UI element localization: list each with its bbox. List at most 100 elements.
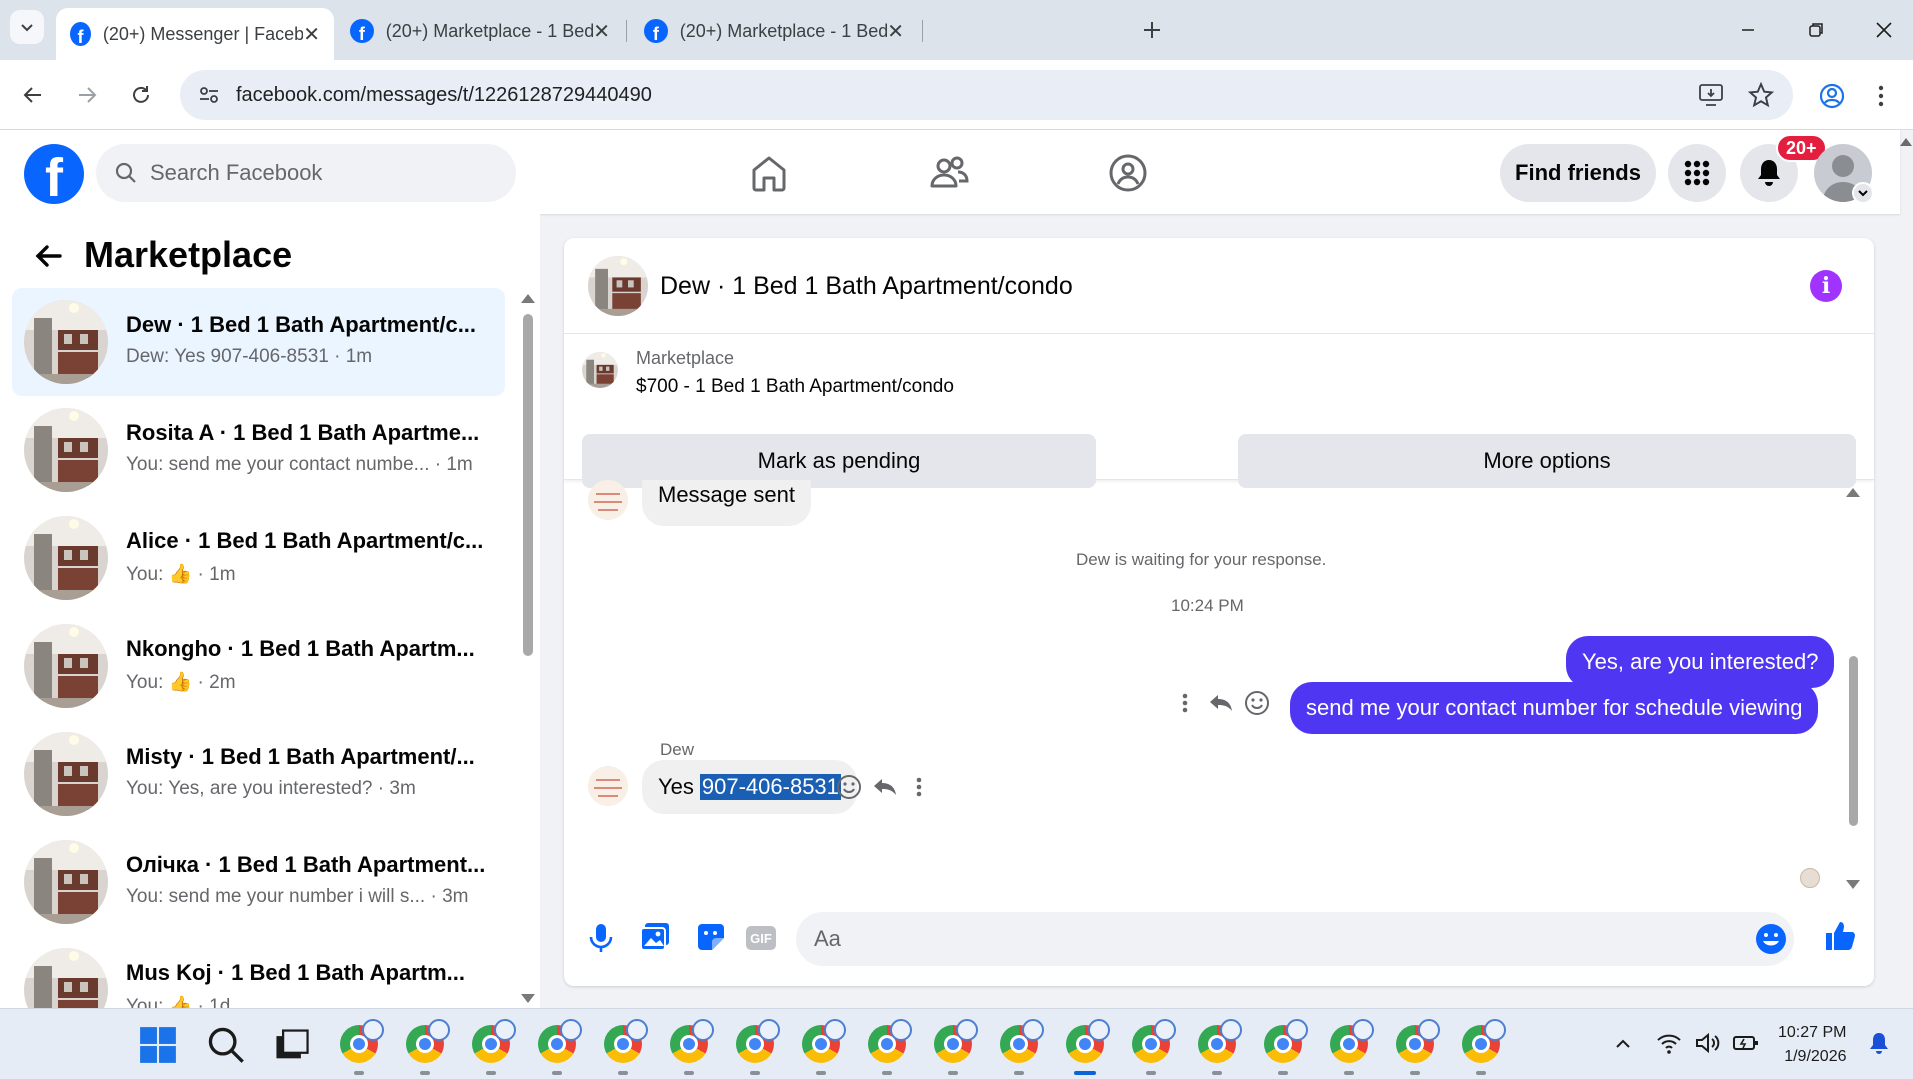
back-arrow-icon[interactable] [30,238,66,274]
chrome-taskbar-icon[interactable] [1066,1019,1110,1063]
scroll-up-arrow[interactable] [521,294,535,303]
chrome-taskbar-icon[interactable] [1198,1019,1242,1063]
back-button[interactable] [16,78,50,112]
message-bubble-outgoing[interactable]: send me your contact number for schedule… [1290,682,1819,734]
close-tab-icon[interactable]: ✕ [303,22,320,47]
chrome-profile-badge-icon [626,1019,648,1041]
message-input[interactable]: Aa [796,912,1794,966]
restore-button[interactable] [1800,14,1832,46]
chrome-taskbar-icon[interactable] [736,1019,780,1063]
chrome-taskbar-icon[interactable] [1264,1019,1308,1063]
chrome-taskbar-icon[interactable] [802,1019,846,1063]
sidebar-scrollbar-thumb[interactable] [523,314,533,656]
message-bubble-incoming[interactable]: Message sent [642,480,811,526]
profile-icon[interactable] [1818,82,1846,110]
chrome-taskbar-icon[interactable] [538,1019,582,1063]
emoji-icon[interactable] [1754,922,1788,956]
message-bubble-outgoing[interactable]: Yes, are you interested? [1566,636,1835,688]
chrome-taskbar-icon[interactable] [670,1019,714,1063]
reply-icon[interactable] [870,772,900,802]
listing-thumbnail[interactable] [582,352,618,388]
home-icon[interactable] [748,152,790,194]
sender-avatar[interactable] [588,480,628,520]
conversation-item[interactable]: Олічка · 1 Bed 1 Bath Apartment... You: s… [12,828,505,936]
tab-search-dropdown[interactable] [10,10,44,44]
info-icon[interactable]: i [1810,270,1842,302]
chrome-taskbar-icon[interactable] [604,1019,648,1063]
chat-scroll-down-arrow[interactable] [1846,880,1860,889]
wifi-icon[interactable] [1656,1031,1682,1055]
facebook-header: f Search Facebook Find friends 20+ [0,130,1912,214]
task-view-icon[interactable] [272,1025,312,1065]
reload-button[interactable] [124,78,158,112]
chat-scrollbar-thumb[interactable] [1849,656,1858,826]
search-icon[interactable] [206,1025,246,1065]
chrome-taskbar-icon[interactable] [934,1019,978,1063]
page-scroll-up[interactable] [1900,138,1912,146]
grid-menu-icon [1684,160,1710,186]
site-settings-icon[interactable] [198,84,220,106]
facebook-logo[interactable]: f [24,144,84,204]
photo-gallery-icon[interactable] [638,920,672,954]
listing-price-title[interactable]: $700 - 1 Bed 1 Bath Apartment/condo [636,376,954,398]
close-tab-icon[interactable]: ✕ [887,19,904,44]
microphone-icon[interactable] [584,920,618,956]
menu-button[interactable] [1668,144,1726,202]
more-actions-icon[interactable] [1170,688,1200,718]
conversation-item[interactable]: Rosita A · 1 Bed 1 Bath Apartme... You: s… [12,396,505,504]
chat-title[interactable]: Dew · 1 Bed 1 Bath Apartment/condo [660,272,1073,301]
scroll-down-arrow[interactable] [521,994,535,1003]
tab-marketplace-2[interactable]: f (20+) Marketplace - 1 Bed 1 Bat ✕ [630,8,918,54]
conversation-item[interactable]: Alice · 1 Bed 1 Bath Apartment/c... You: … [12,504,505,612]
sticker-icon[interactable] [694,920,728,954]
chrome-taskbar-icon[interactable] [1462,1019,1506,1063]
browser-menu-icon[interactable] [1876,84,1886,108]
close-window-button[interactable] [1868,14,1900,46]
conversation-item[interactable]: Dew · 1 Bed 1 Bath Apartment/c... Dew: Ye… [12,288,505,396]
close-tab-icon[interactable]: ✕ [593,19,610,44]
selected-phone-number[interactable]: 907-406-8531 [699,774,841,800]
tab-marketplace-1[interactable]: f (20+) Marketplace - 1 Bed 1 Bat ✕ [336,8,624,54]
chrome-taskbar-icon[interactable] [1000,1019,1044,1063]
more-actions-icon[interactable] [904,772,934,802]
windows-start-icon[interactable] [138,1025,178,1065]
thumbs-up-icon[interactable] [1822,918,1858,954]
install-app-icon[interactable] [1698,83,1724,107]
tab-messenger[interactable]: f (20+) Messenger | Facebook ✕ [56,8,334,60]
notification-bell-icon[interactable] [1868,1031,1890,1055]
chrome-taskbar-icon[interactable] [1330,1019,1374,1063]
account-dropdown-icon[interactable] [1852,182,1874,204]
chrome-taskbar-icon[interactable] [340,1019,384,1063]
forward-button[interactable] [70,78,104,112]
chrome-taskbar-icon[interactable] [868,1019,912,1063]
gif-icon[interactable]: GIF [746,926,776,950]
sender-avatar[interactable] [588,766,628,806]
minimize-button[interactable] [1732,14,1764,46]
conversation-item[interactable]: Mus Koj · 1 Bed 1 Bath Apartm... You: 👍 ·… [12,936,505,1008]
groups-icon[interactable] [1107,152,1149,194]
reply-icon[interactable] [1206,688,1236,718]
chevron-up-icon[interactable] [1614,1035,1632,1053]
react-smiley-icon[interactable] [834,772,864,802]
chrome-taskbar-icon[interactable] [406,1019,450,1063]
chrome-profile-badge-icon [428,1019,450,1041]
react-smiley-icon[interactable] [1242,688,1272,718]
battery-icon[interactable] [1732,1033,1760,1053]
chrome-taskbar-icon[interactable] [472,1019,516,1063]
chrome-taskbar-icon[interactable] [1396,1019,1440,1063]
search-input[interactable]: Search Facebook [96,144,516,202]
system-clock[interactable]: 10:27 PM 1/9/2026 [1778,1021,1846,1069]
friends-icon[interactable] [928,152,970,194]
chat-scroll-up-arrow[interactable] [1846,488,1860,497]
conversation-item[interactable]: Nkongho · 1 Bed 1 Bath Apartm... You: 👍 ·… [12,612,505,720]
bookmark-star-icon[interactable] [1748,82,1774,108]
volume-icon[interactable] [1694,1031,1722,1055]
address-bar[interactable]: facebook.com/messages/t/1226128729440490 [180,70,1793,120]
chrome-profile-badge-icon [560,1019,582,1041]
conversation-item[interactable]: Misty · 1 Bed 1 Bath Apartment/... You: Y… [12,720,505,828]
chat-avatar[interactable] [588,256,648,316]
chrome-taskbar-icon[interactable] [1132,1019,1176,1063]
find-friends-button[interactable]: Find friends [1500,144,1656,202]
new-tab-button[interactable] [1136,14,1168,46]
message-bubble-incoming[interactable]: Yes 907-406-8531 [642,760,857,814]
